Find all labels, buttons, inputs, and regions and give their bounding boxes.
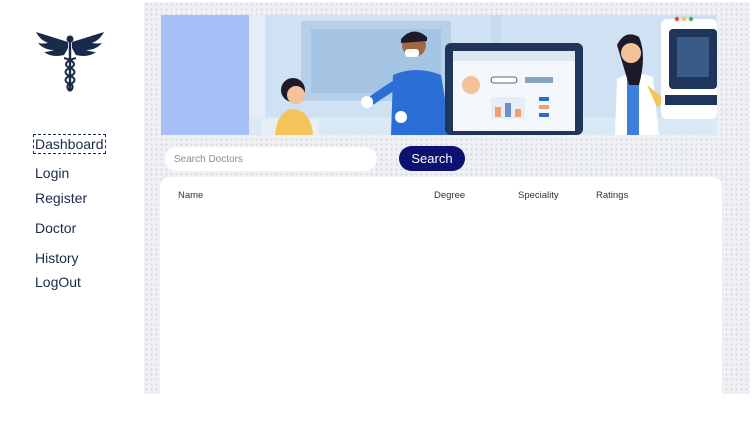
column-header-ratings: Ratings [596,190,629,201]
search-input[interactable] [165,147,377,171]
column-header-speciality: Speciality [518,190,559,201]
sidebar-item-register[interactable]: Register [35,190,87,206]
caduceus-icon [30,28,110,98]
main-panel: Search Name Degree Speciality Ratings [144,2,750,394]
doctors-illustration [161,15,717,135]
sidebar-item-login[interactable]: Login [35,165,69,181]
column-header-degree: Degree [434,190,466,201]
sidebar-item-dashboard[interactable]: Dashboard [33,134,106,154]
search-button[interactable]: Search [399,146,465,171]
sidebar-item-logout[interactable]: LogOut [35,274,81,290]
doctors-table: Name Degree Speciality Ratings [160,177,722,394]
sidebar-item-doctor[interactable]: Doctor [35,220,76,236]
column-header-name: Name [178,190,204,201]
sidebar-item-history[interactable]: History [35,250,79,266]
sidebar: Dashboard Login Register Doctor History … [0,0,144,394]
